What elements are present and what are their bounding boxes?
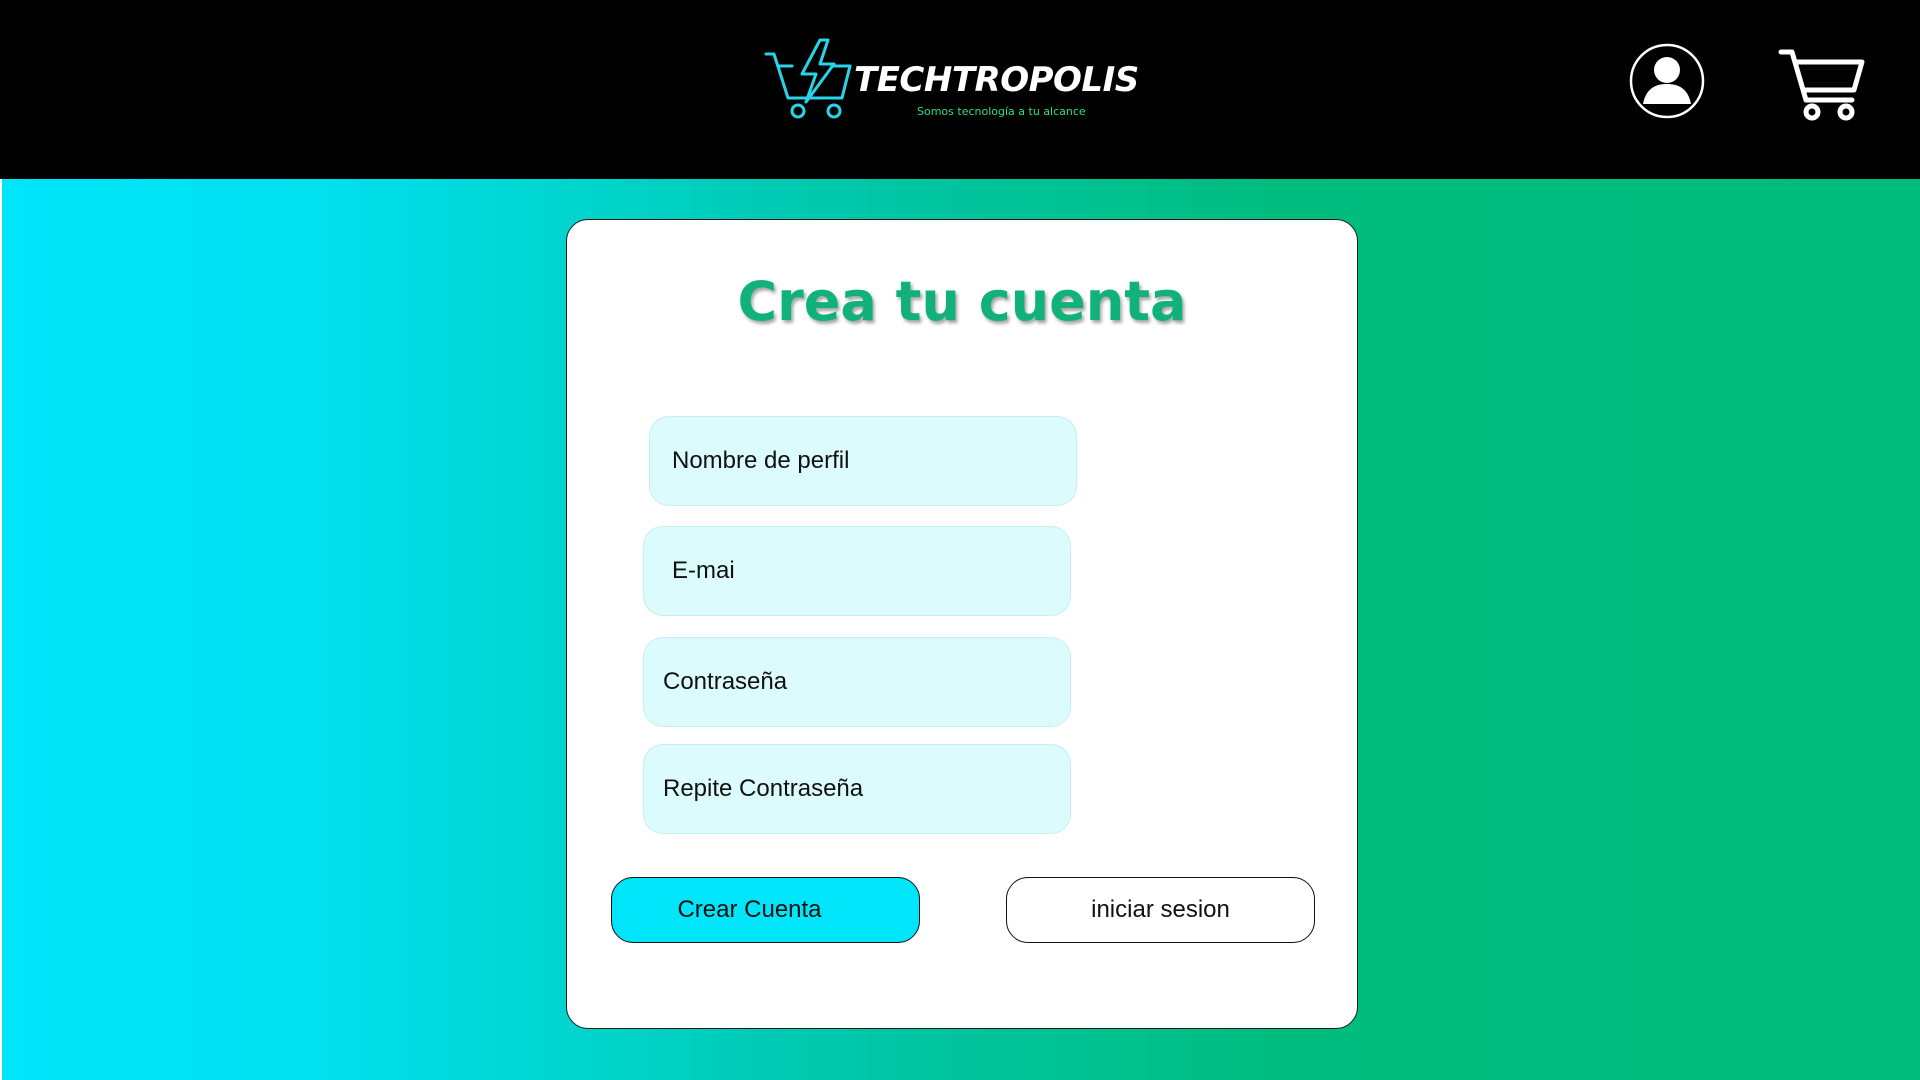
login-label: iniciar sesion [1091, 896, 1230, 923]
gradient-background: Crea tu cuenta Nombre de perfil E-mai Co… [2, 179, 1920, 1080]
repeat-password-placeholder: Repite Contraseña [663, 775, 864, 802]
email-field[interactable]: E-mai [643, 526, 1071, 616]
brand-tagline: Somos tecnología a tu alcance [917, 105, 1086, 118]
signup-card: Crea tu cuenta Nombre de perfil E-mai Co… [566, 219, 1358, 1029]
password-field[interactable]: Contraseña [643, 637, 1071, 727]
page-title: Crea tu cuenta [737, 270, 1187, 333]
shopping-cart-icon[interactable] [1778, 48, 1866, 122]
brand-logo[interactable]: TECHTROPOLIS Somos tecnología a tu alcan… [762, 36, 1162, 126]
login-button[interactable]: iniciar sesion [1006, 877, 1315, 943]
create-account-label: Crear Cuenta [677, 896, 822, 923]
email-placeholder: E-mai [672, 557, 735, 584]
top-header: TECHTROPOLIS Somos tecnología a tu alcan… [0, 0, 1920, 179]
password-placeholder: Contraseña [663, 668, 788, 695]
profile-name-field[interactable]: Nombre de perfil [649, 416, 1077, 506]
cart-lightning-logo-icon [764, 38, 852, 119]
repeat-password-field[interactable]: Repite Contraseña [643, 744, 1071, 834]
profile-name-placeholder: Nombre de perfil [672, 447, 850, 474]
brand-name: TECHTROPOLIS [854, 60, 1139, 100]
user-account-icon[interactable] [1628, 42, 1706, 120]
create-account-button[interactable]: Crear Cuenta [611, 877, 920, 943]
